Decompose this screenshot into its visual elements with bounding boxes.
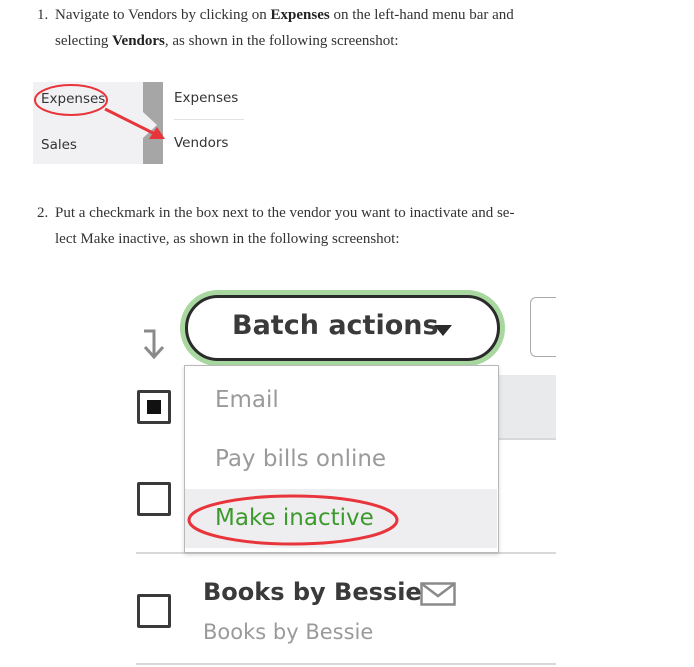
- vendors-screenshot: Batch actions Books by Bessie Books by B…: [0, 0, 694, 667]
- figure-2-annotation: [187, 494, 399, 546]
- make-inactive-highlight-circle: [187, 494, 399, 546]
